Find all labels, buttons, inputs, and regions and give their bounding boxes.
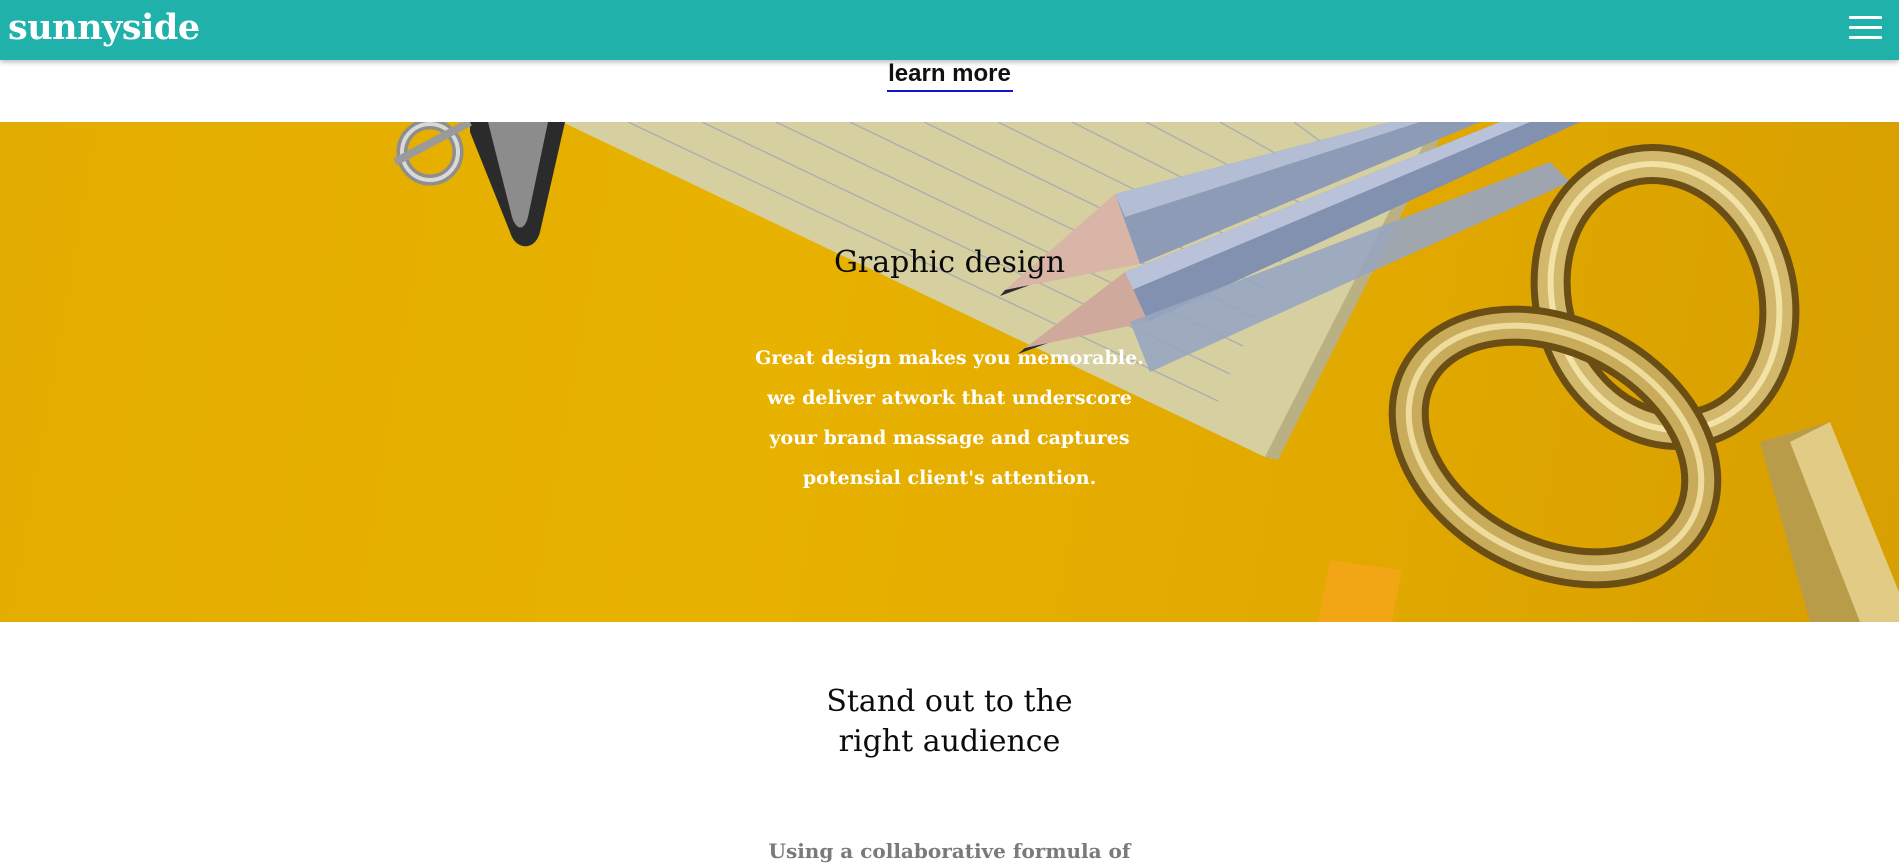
standout-title: Stand out to the right audience [770, 682, 1130, 762]
menu-bar-top [1849, 16, 1882, 19]
graphic-design-line: your brand massage and captures [769, 427, 1130, 449]
standout-section: Stand out to the right audience Using a … [0, 622, 1899, 863]
menu-bar-middle [1849, 26, 1882, 29]
menu-bar-bottom [1849, 36, 1882, 39]
logo[interactable]: sunnyside [8, 5, 200, 51]
hamburger-menu-icon[interactable] [1849, 14, 1882, 42]
graphic-design-description: Great design makes you memorable. we del… [740, 338, 1160, 498]
graphic-design-line: Great design makes you memorable. [755, 347, 1144, 369]
standout-description: Using a collaborative formula of [768, 839, 1131, 863]
navbar: sunnyside [0, 0, 1899, 60]
standout-title-line: right audience [838, 724, 1061, 759]
learn-more-link[interactable]: learn more [886, 60, 1013, 92]
learn-more-strip: learn more [0, 60, 1899, 122]
graphic-design-line: we deliver atwork that underscore [767, 387, 1132, 409]
graphic-design-section: Graphic design Great design makes you me… [0, 122, 1899, 622]
binder-clip [393, 122, 565, 247]
graphic-design-line: potensial client's attention. [802, 467, 1097, 489]
standout-title-line: Stand out to the [826, 684, 1073, 719]
graphic-design-title: Graphic design [833, 245, 1066, 280]
sticky-note [1318, 560, 1402, 622]
